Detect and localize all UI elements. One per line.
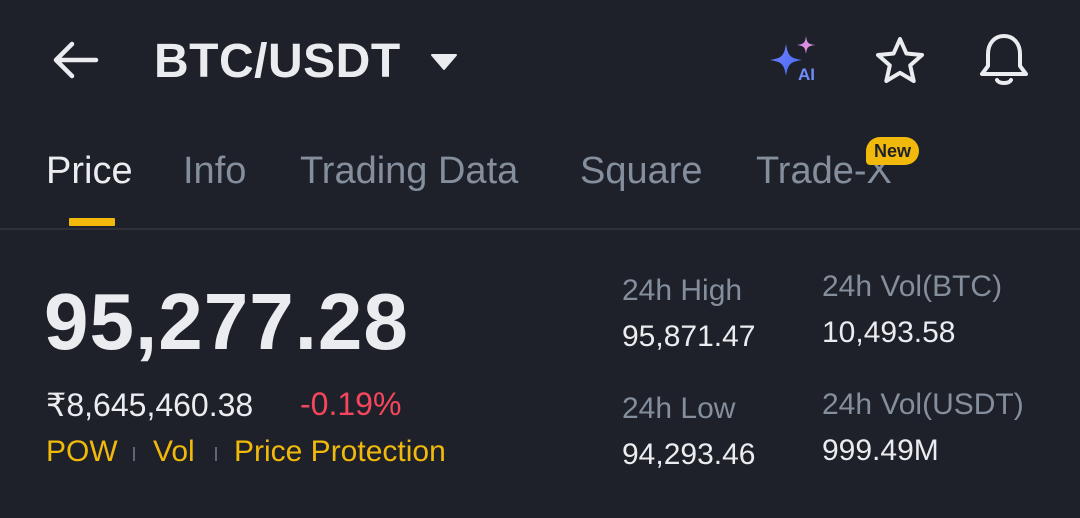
- ai-icon-label: AI: [798, 65, 815, 84]
- high-24h-value: 95,871.47: [622, 320, 756, 353]
- price-change-percent: -0.19%: [300, 386, 402, 422]
- low-24h-value: 94,293.46: [622, 438, 756, 471]
- vol-usdt-label: 24h Vol(USDT): [822, 388, 1024, 421]
- tab-square[interactable]: Square: [580, 150, 703, 193]
- caret-down-icon: [431, 54, 457, 70]
- ai-assistant-button[interactable]: AI: [766, 34, 824, 86]
- star-icon: [876, 37, 924, 83]
- tab-price[interactable]: Price: [46, 150, 133, 193]
- pair-title[interactable]: BTC/USDT: [154, 34, 401, 89]
- favorite-button[interactable]: [872, 34, 928, 88]
- divider: [0, 228, 1080, 230]
- active-tab-indicator: [69, 218, 115, 226]
- back-button[interactable]: [48, 36, 102, 84]
- fiat-price: ₹8,645,460.38: [46, 387, 254, 423]
- last-price: 95,277.28: [44, 277, 409, 366]
- top-bar: BTC/USDT AI: [0, 0, 1080, 120]
- arrow-left-icon: [53, 41, 99, 79]
- tab-info[interactable]: Info: [183, 150, 246, 193]
- vol-btc-label: 24h Vol(BTC): [822, 270, 1003, 303]
- tag-vol[interactable]: Vol: [153, 435, 195, 469]
- market-detail-screen: BTC/USDT AI Price Info Trading Data Squa…: [0, 0, 1080, 518]
- tag-separator: [215, 447, 217, 461]
- sparkles-ai-icon: AI: [770, 36, 815, 84]
- bell-icon: [980, 34, 1028, 85]
- new-badge: New: [866, 137, 920, 165]
- vol-usdt-value: 999.49M: [822, 434, 939, 467]
- pair-selector-button[interactable]: [430, 52, 458, 72]
- tag-separator: [133, 447, 135, 461]
- tab-trading-data[interactable]: Trading Data: [300, 150, 518, 193]
- price-alert-button[interactable]: [976, 30, 1032, 88]
- high-24h-label: 24h High: [622, 274, 743, 307]
- tag-pow[interactable]: POW: [46, 435, 118, 469]
- vol-btc-value: 10,493.58: [822, 316, 956, 349]
- low-24h-label: 24h Low: [622, 392, 736, 425]
- tag-price-protection[interactable]: Price Protection: [234, 435, 446, 469]
